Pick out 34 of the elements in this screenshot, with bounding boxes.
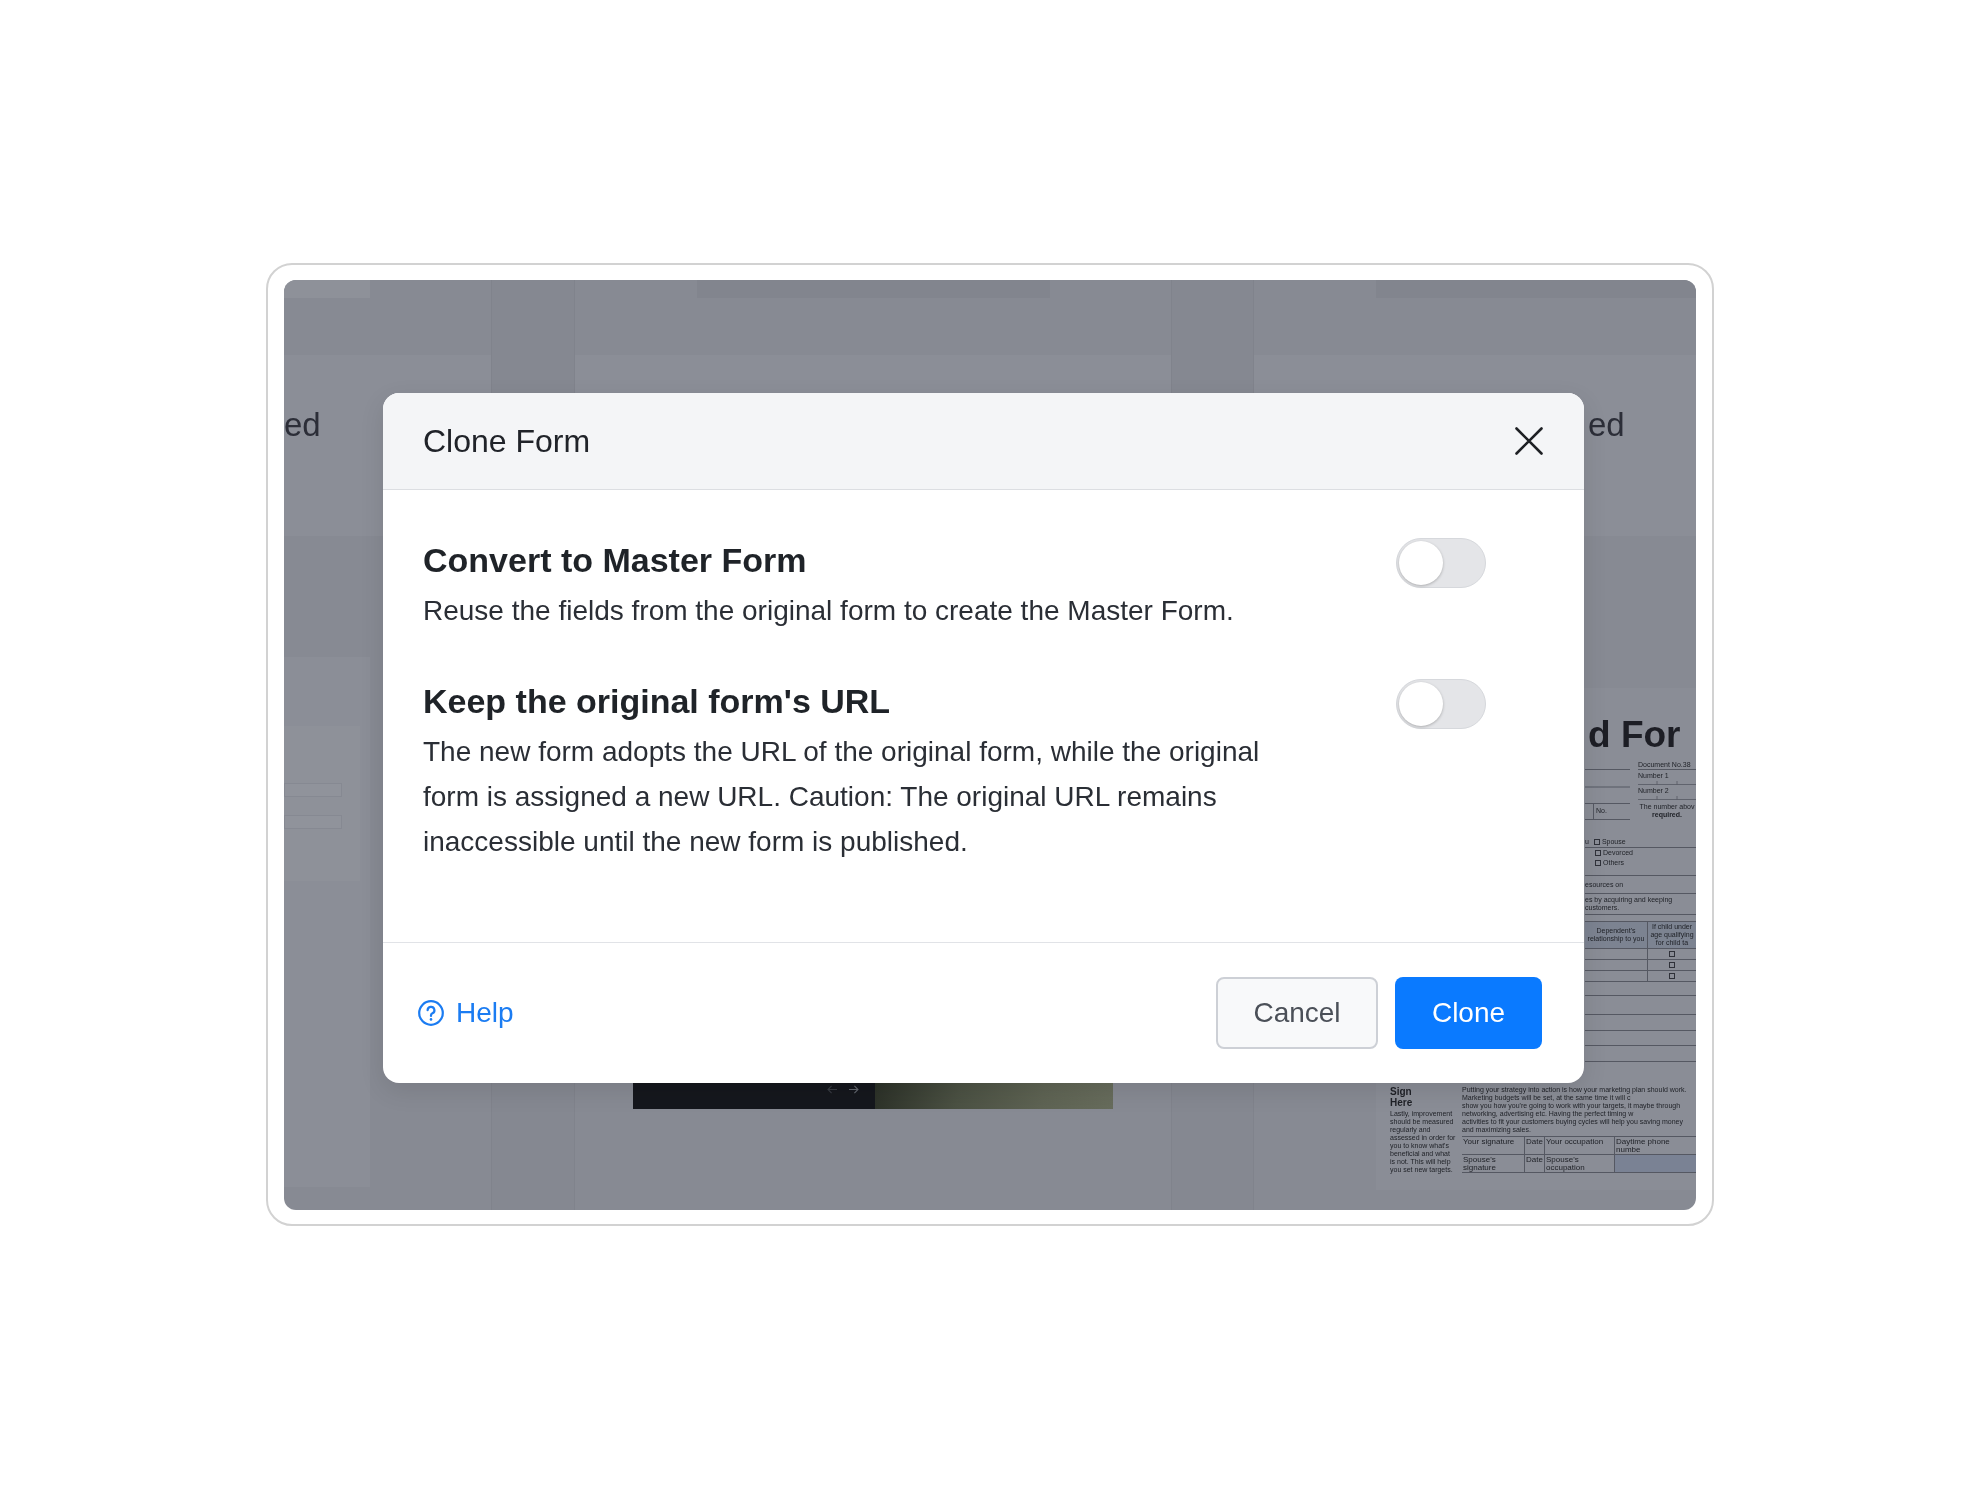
option-description: Reuse the fields from the original form to create the Master Form. xyxy=(423,594,1235,628)
option-description: The new form adopts the URL of the original form, while the original form is assigned a new URL. Caution: The original URL remains inaccessible until the new form is published. xyxy=(423,735,1261,859)
document-title: d For xyxy=(1587,717,1681,753)
option-title: Convert to Master Form xyxy=(423,540,807,580)
checkbox[interactable] xyxy=(1595,860,1601,866)
table-cell: Date xyxy=(1526,1138,1543,1146)
checkbox[interactable] xyxy=(1593,839,1600,845)
arrow-left-icon xyxy=(827,1085,838,1094)
table-cell-text: Spouse's occupation xyxy=(1546,1156,1586,1172)
help-link[interactable]: Help xyxy=(418,996,514,1030)
checkbox[interactable] xyxy=(1669,962,1675,968)
card-title: ed xyxy=(1588,408,1625,442)
toggle-switch[interactable] xyxy=(1396,538,1486,588)
option-title: Keep the original form's URL xyxy=(423,681,891,721)
clone-button[interactable]: Clone xyxy=(1395,977,1542,1049)
table-cell: Your signature xyxy=(1463,1138,1515,1146)
dialog-title: Clone Form xyxy=(423,422,591,461)
card-title: ed xyxy=(284,408,321,442)
table-cell-text: Daytime phone numbe xyxy=(1616,1138,1671,1154)
sign-here-heading: Sign Here xyxy=(1390,1086,1414,1108)
table-cell-text: Spouse's signature xyxy=(1463,1156,1497,1172)
table-cell: Your occupation xyxy=(1546,1138,1604,1146)
help-icon xyxy=(418,1000,444,1026)
table-cell: Date xyxy=(1526,1156,1543,1164)
cancel-button[interactable]: Cancel xyxy=(1216,977,1378,1049)
close-icon xyxy=(1515,427,1543,455)
checkbox[interactable] xyxy=(1669,973,1675,979)
arrow-right-icon xyxy=(848,1085,859,1094)
checkbox[interactable] xyxy=(1595,850,1601,856)
number-field xyxy=(1638,795,1696,800)
checkbox[interactable] xyxy=(1669,951,1675,957)
toggle-switch[interactable] xyxy=(1396,679,1486,729)
close-button[interactable] xyxy=(1515,427,1543,455)
number-field xyxy=(1638,780,1696,785)
